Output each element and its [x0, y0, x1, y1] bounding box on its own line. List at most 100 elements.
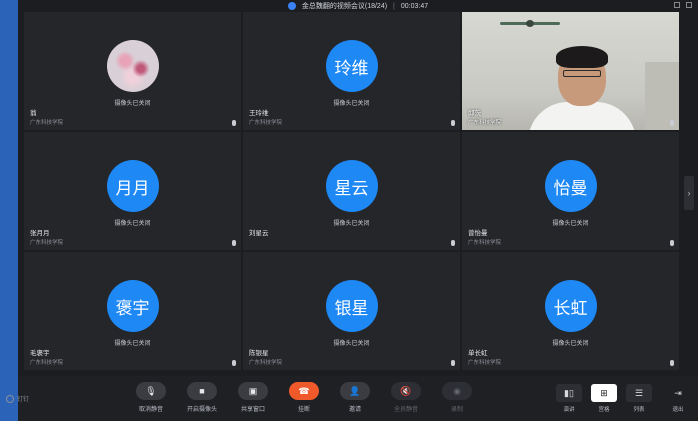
- camera-label: 开启摄像头: [186, 407, 217, 413]
- participant-org: 广东科技学院: [249, 360, 283, 366]
- avatar: 褒宇: [106, 280, 159, 332]
- participant-name: 陈银星: [249, 350, 269, 357]
- record-label: 录制: [450, 407, 463, 413]
- participant-tile[interactable]: 银星 摄像头已关闭 陈银星 广东科技学院: [243, 252, 460, 370]
- share-window-button[interactable]: ▣ 共享窗口: [232, 382, 274, 413]
- mute-all-label: 全员静音: [393, 407, 418, 413]
- list-icon: ☰: [626, 384, 652, 402]
- unmute-label: 取消静音: [138, 407, 163, 413]
- camera-off-label: 摄像头已关闭: [114, 341, 151, 347]
- mic-icon: [670, 120, 674, 126]
- meeting-window: 金总魏翻的视频会议(18/24) | 00:03:47 摄像头已关闭 翁 广东科…: [0, 0, 698, 421]
- participant-org: 广东科技学院: [30, 120, 64, 126]
- meeting-toolbar: 钉钉 🎙 取消静音 ■ 开启摄像头 ▣ 共享窗口 ☎ 挂断 👤 邀请 🔇 全员静…: [6, 376, 698, 421]
- dingtalk-icon: [6, 394, 14, 403]
- participant-tile[interactable]: 玲维 摄像头已关闭 王玲维 广东科技学院: [243, 12, 460, 130]
- camera-off-label: 摄像头已关闭: [552, 221, 589, 227]
- maximize-icon[interactable]: [686, 2, 692, 8]
- mic-icon: [451, 240, 455, 246]
- camera-off-label: 摄像头已关闭: [114, 221, 151, 227]
- mic-icon: [451, 120, 455, 126]
- record-icon: ◉: [442, 382, 472, 400]
- video-shelf: [645, 62, 679, 130]
- add-user-icon: 👤: [340, 382, 370, 400]
- camera-off-label: 摄像头已关闭: [552, 341, 589, 347]
- mic-icon: [232, 120, 236, 126]
- unmute-button[interactable]: 🎙 取消静音: [130, 382, 172, 413]
- participant-org: 广东科技学院: [249, 120, 283, 126]
- avatar: 银星: [325, 280, 378, 332]
- participant-name: 张月月: [30, 230, 50, 237]
- list-view-button[interactable]: ☰ 列表: [625, 384, 653, 413]
- hangup-label: 挂断: [297, 407, 310, 413]
- camera-off-label: 摄像头已关闭: [114, 101, 151, 107]
- grid-icon: ⊞: [591, 384, 617, 402]
- video-person-glasses: [563, 70, 601, 77]
- hangup-button[interactable]: ☎ 挂断: [283, 382, 325, 413]
- mic-off-icon: 🎙: [136, 382, 166, 400]
- participant-tile[interactable]: 摄像头已关闭 翁 广东科技学院: [24, 12, 241, 130]
- mic-icon: [451, 360, 455, 366]
- app-logo-label: 钉钉: [17, 397, 30, 403]
- participant-tile[interactable]: 褒宇 摄像头已关闭 毛褒宇 广东科技学院: [24, 252, 241, 370]
- participant-tile[interactable]: 长虹 摄像头已关闭 单长虹 广东科技学院: [462, 252, 679, 370]
- participant-name: 曾怡曼: [468, 230, 488, 237]
- mute-all-button[interactable]: 🔇 全员静音: [385, 382, 427, 413]
- share-label: 共享窗口: [240, 407, 265, 413]
- next-page-arrow[interactable]: ›: [684, 176, 694, 210]
- participant-video-tile[interactable]: 邱茨 广东科技学院: [462, 12, 679, 130]
- mute-all-icon: 🔇: [391, 382, 421, 400]
- window-controls: [674, 2, 692, 8]
- participant-name: 刘星云: [249, 230, 269, 237]
- camera-icon: ■: [187, 382, 217, 400]
- exit-icon: ⇥: [674, 387, 682, 398]
- list-view-label: 列表: [633, 407, 645, 413]
- avatar: 长虹: [544, 280, 597, 332]
- participant-grid: 摄像头已关闭 翁 广东科技学院 玲维 摄像头已关闭 王玲维 广东科技学院 邱茨 …: [24, 12, 679, 370]
- participant-name: 单长虹: [468, 350, 488, 357]
- minimize-icon[interactable]: [674, 2, 680, 8]
- avatar: 玲维: [325, 40, 378, 92]
- mic-icon: [232, 360, 236, 366]
- participant-org: 广东科技学院: [468, 360, 502, 366]
- participant-tile[interactable]: 星云 摄像头已关闭 刘星云: [243, 132, 460, 250]
- title-bar: 金总魏翻的视频会议(18/24) | 00:03:47: [18, 0, 698, 12]
- phone-hangup-icon: ☎: [289, 382, 319, 400]
- share-icon: ▣: [238, 382, 268, 400]
- speaker-view-button[interactable]: ▮▯ 演讲: [555, 384, 583, 413]
- avatar: 怡曼: [544, 160, 597, 212]
- participant-name: 邱茨: [468, 110, 481, 117]
- exit-button[interactable]: ⇥ 退出: [664, 384, 692, 414]
- mic-icon: [670, 360, 674, 366]
- avatar: 月月: [106, 160, 159, 212]
- camera-off-label: 摄像头已关闭: [333, 221, 370, 227]
- camera-off-label: 摄像头已关闭: [333, 101, 370, 107]
- camera-button[interactable]: ■ 开启摄像头: [181, 382, 223, 413]
- avatar: 星云: [325, 160, 378, 212]
- mic-icon: [232, 240, 236, 246]
- exit-label: 退出: [672, 407, 684, 413]
- mic-icon: [670, 240, 674, 246]
- speaker-view-label: 演讲: [563, 407, 575, 413]
- participant-tile[interactable]: 月月 摄像头已关闭 张月月 广东科技学院: [24, 132, 241, 250]
- shield-icon: [287, 2, 296, 10]
- participant-name: 王玲维: [249, 110, 269, 117]
- record-button[interactable]: ◉ 录制: [436, 382, 478, 413]
- participant-name: 毛褒宇: [30, 350, 50, 357]
- meeting-timer: 00:03:47: [400, 2, 429, 10]
- participant-name: 翁: [30, 110, 37, 117]
- gallery-view-button[interactable]: ⊞ 宫格: [590, 384, 618, 413]
- desktop-edge: [0, 0, 18, 421]
- video-person-hair: [556, 46, 608, 68]
- participant-tile[interactable]: 怡曼 摄像头已关闭 曾怡曼 广东科技学院: [462, 132, 679, 250]
- speaker-view-icon: ▮▯: [556, 384, 582, 402]
- meeting-title: 金总魏翻的视频会议(18/24): [301, 3, 388, 10]
- gallery-view-label: 宫格: [598, 407, 610, 413]
- ceiling-fan: [500, 18, 560, 28]
- avatar: [106, 40, 159, 92]
- participant-org: 广东科技学院: [30, 240, 64, 246]
- invite-button[interactable]: 👤 邀请: [334, 382, 376, 413]
- participant-org: 广东科技学院: [30, 360, 64, 366]
- participant-org: 广东科技学院: [468, 120, 502, 126]
- participant-org: 广东科技学院: [468, 240, 502, 246]
